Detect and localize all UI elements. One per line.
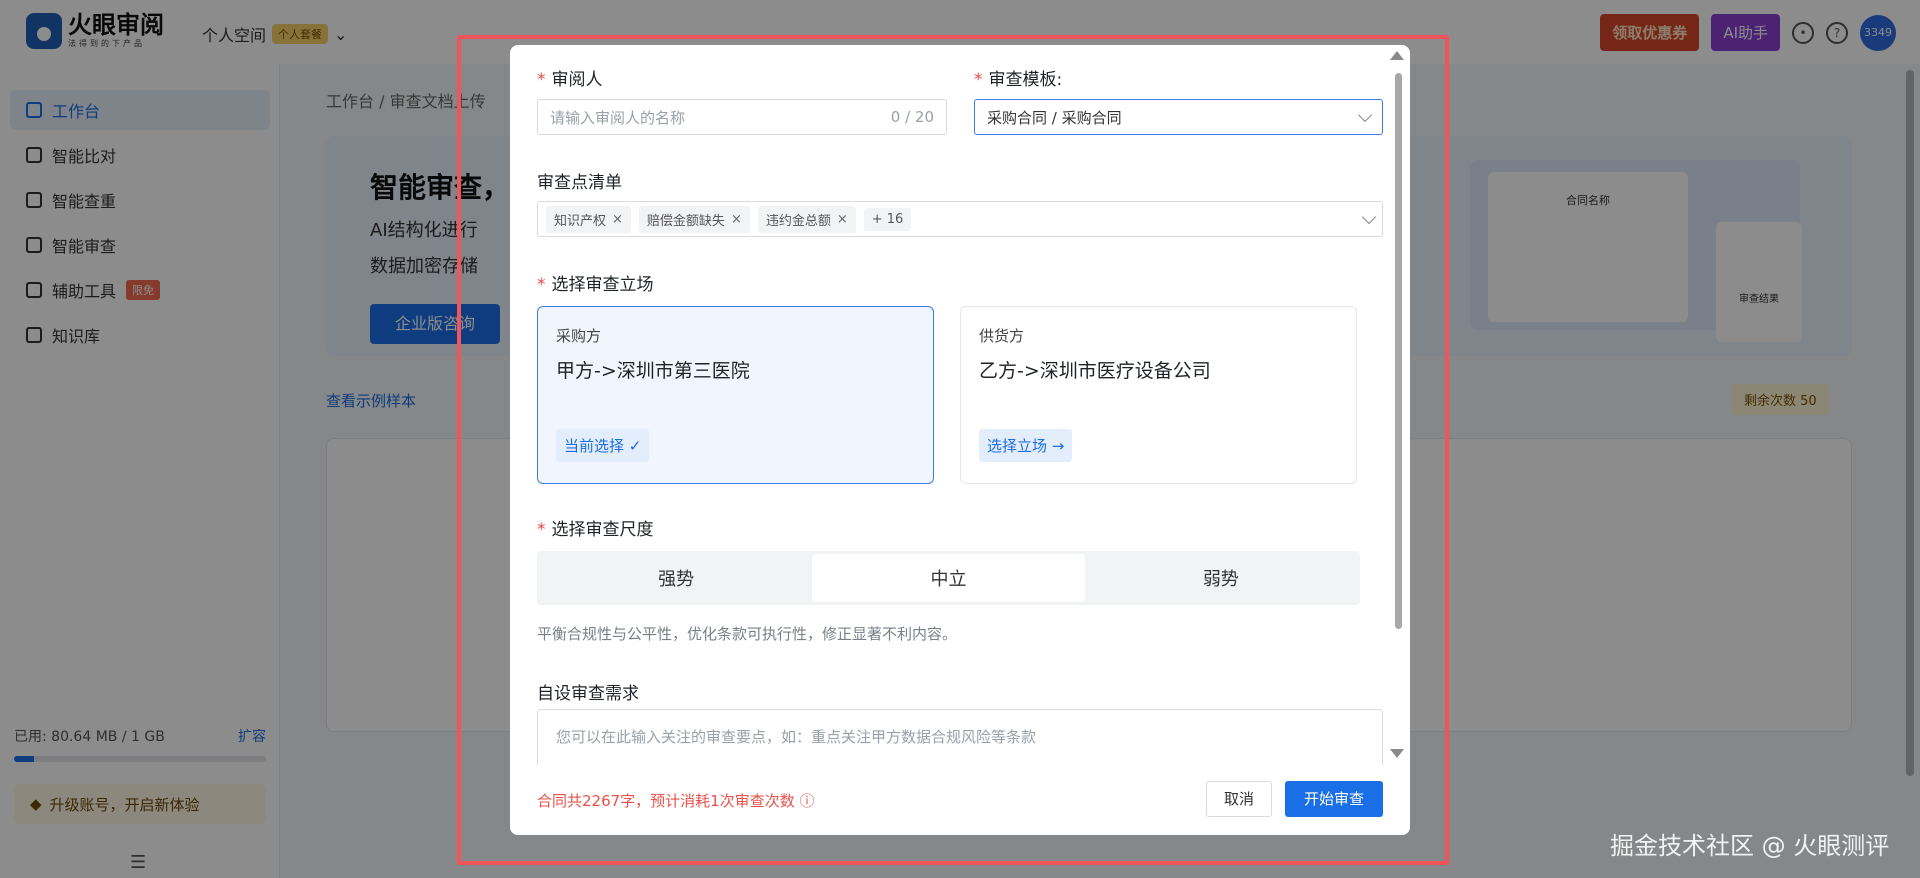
watermark: 掘金技术社区 @ 火眼测评 [1610, 832, 1890, 860]
highlight-frame [457, 35, 1449, 865]
